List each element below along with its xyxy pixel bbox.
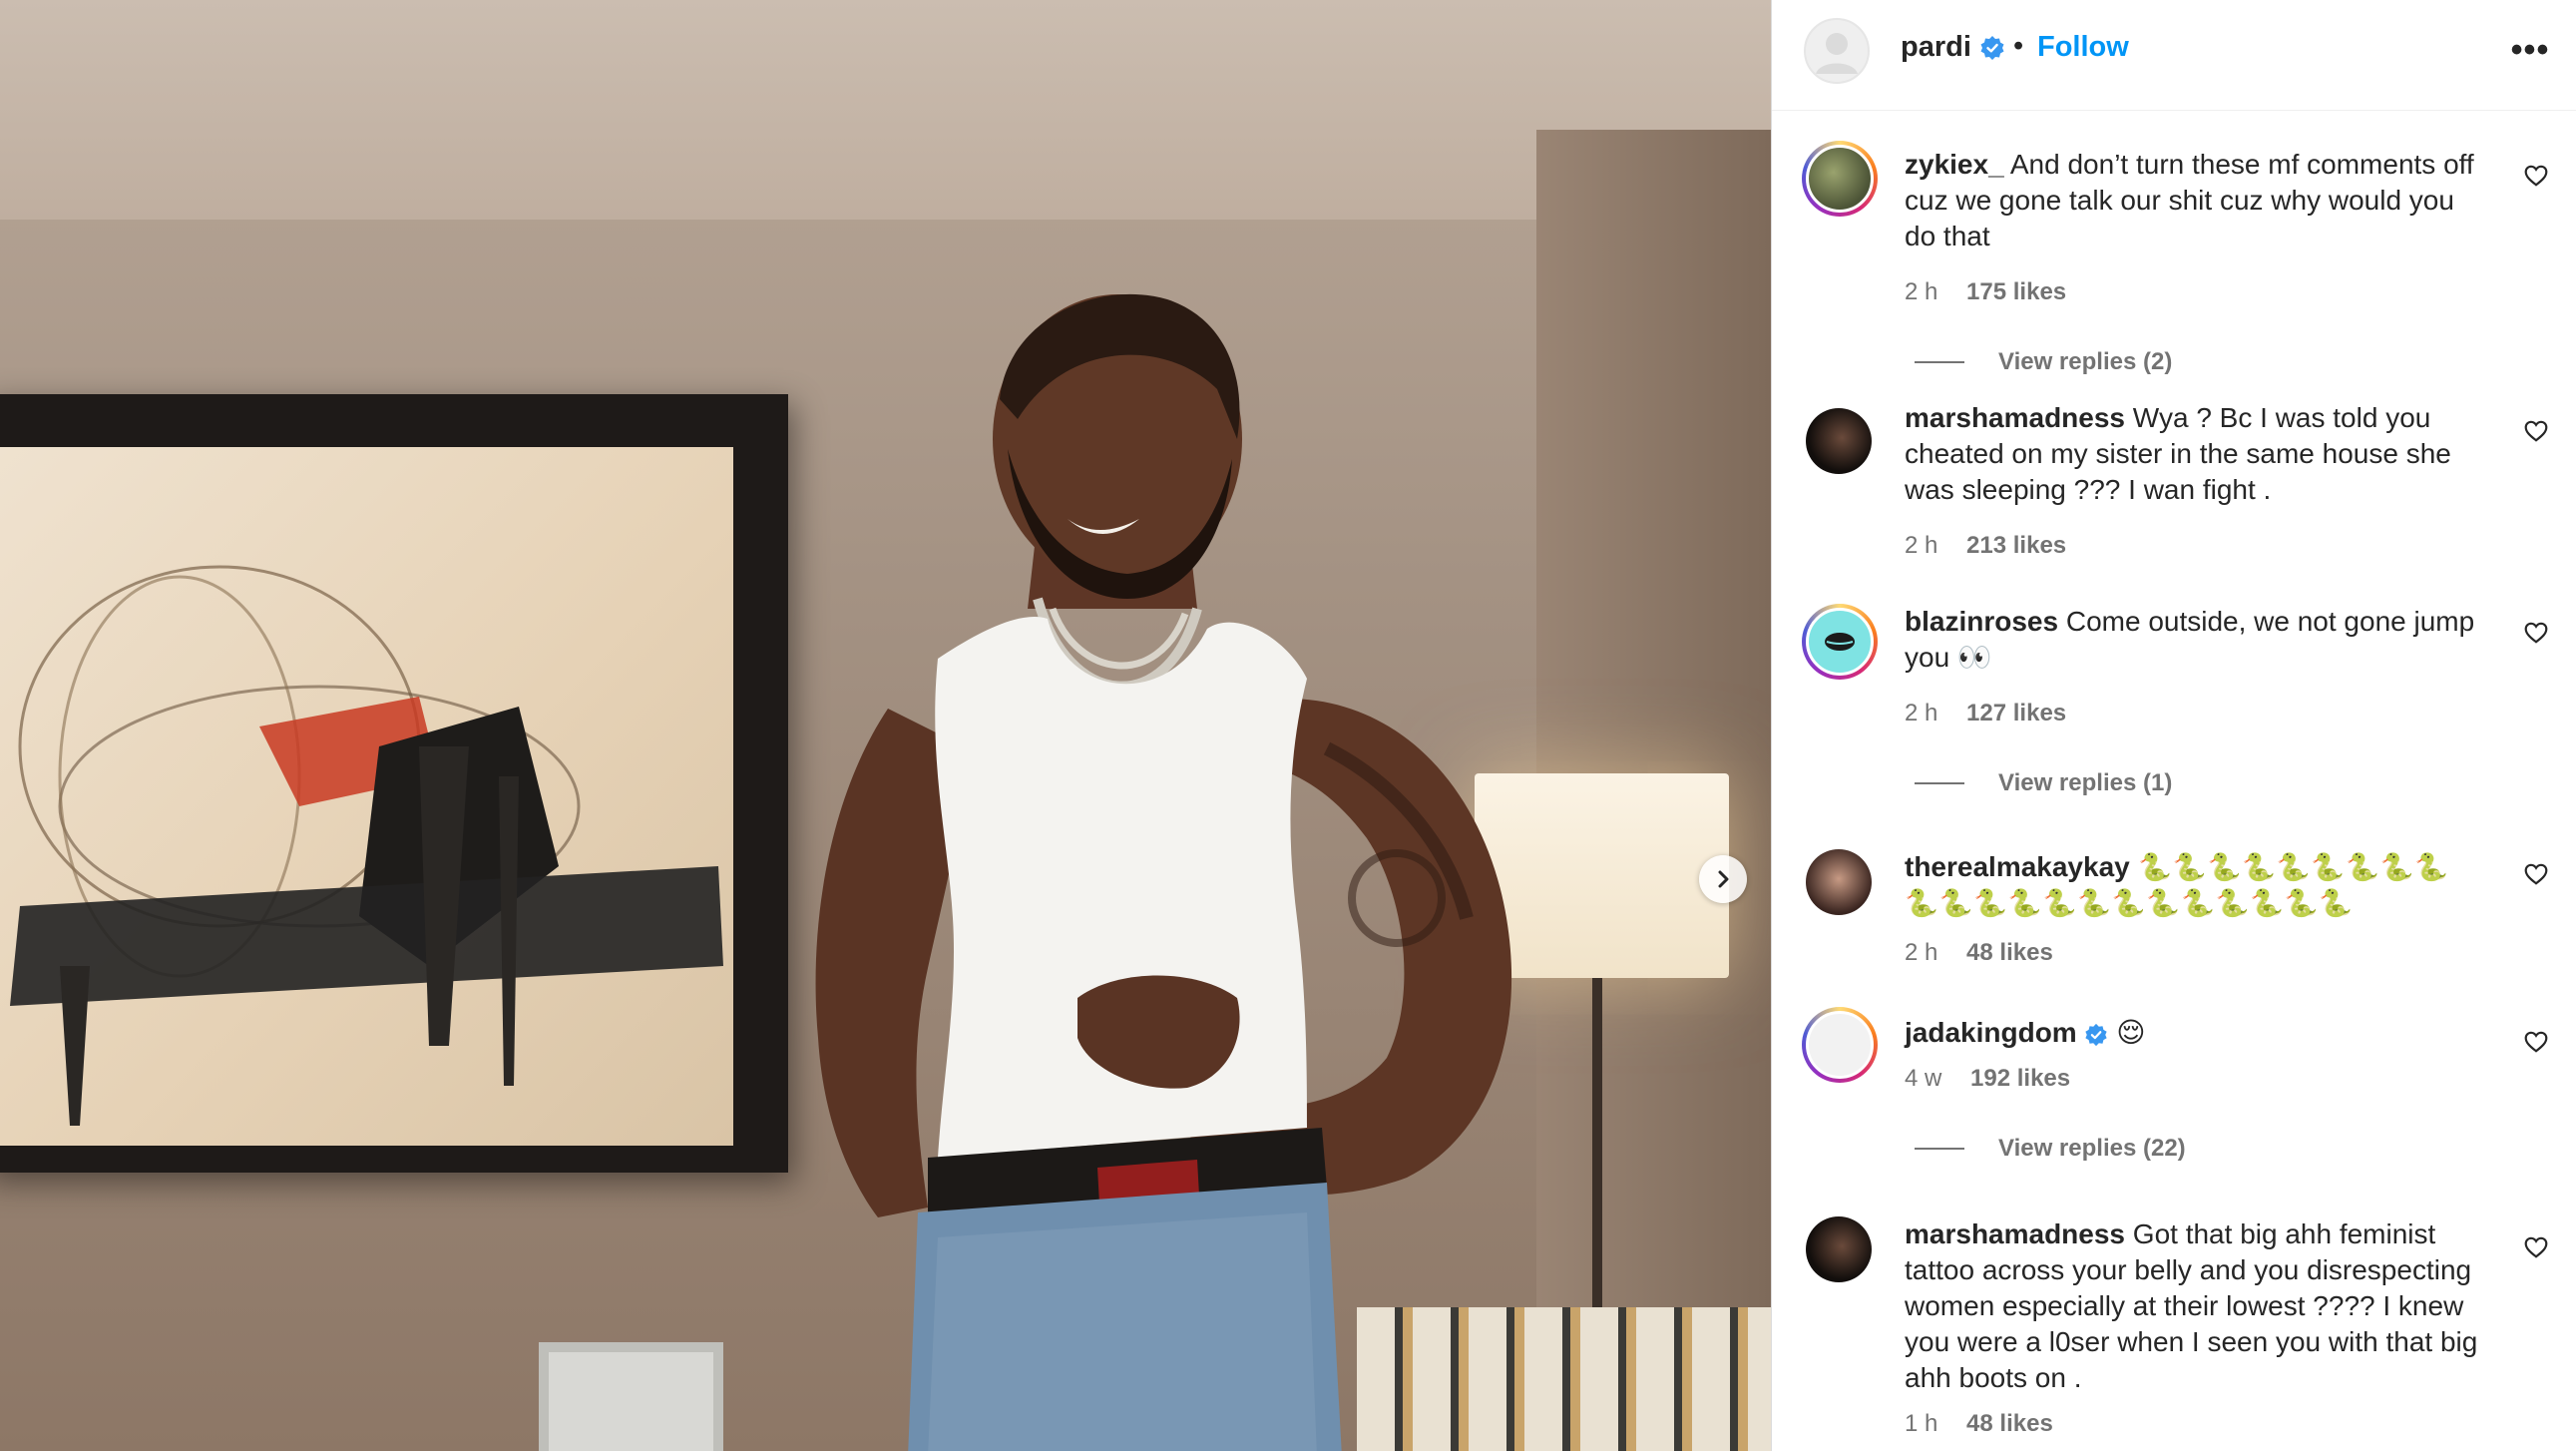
comment-meta: 2 h 127 likes xyxy=(1905,700,2066,727)
comment-likes[interactable]: 192 likes xyxy=(1970,1065,2070,1092)
comment-likes[interactable]: 48 likes xyxy=(1966,1410,2053,1437)
comments-panel: pardi • Follow ••• zykiex_ And don’t tur… xyxy=(1771,0,2576,1451)
comment-username[interactable]: jadakingdom xyxy=(1905,1017,2077,1048)
view-replies-button[interactable]: View replies (1) xyxy=(1915,769,2172,797)
ceiling xyxy=(0,0,1771,220)
post-author-name[interactable]: pardi xyxy=(1901,31,1971,63)
comment-username[interactable]: therealmakaykay xyxy=(1905,851,2130,882)
avatar[interactable] xyxy=(1802,141,1878,217)
comment-text: marshamadness Wya ? Bc I was told you ch… xyxy=(1905,400,2483,508)
comment-username[interactable]: zykiex_ xyxy=(1905,149,2004,180)
like-comment-button[interactable] xyxy=(2522,163,2550,191)
like-comment-button[interactable] xyxy=(2522,418,2550,446)
comment-meta: 4 w 192 likes xyxy=(1905,1065,2070,1093)
view-replies-label: View replies (22) xyxy=(1998,1135,2186,1162)
comment-text: therealmakaykay 🐍🐍🐍🐍🐍🐍🐍🐍🐍🐍🐍🐍🐍🐍🐍🐍🐍🐍🐍🐍🐍🐍 xyxy=(1905,849,2463,921)
view-replies-label: View replies (1) xyxy=(1998,769,2173,796)
heart-outline-icon xyxy=(2524,863,2548,885)
comment-text: jadakingdom 😌 xyxy=(1905,1015,2483,1051)
replies-line xyxy=(1915,361,1964,363)
comment-likes[interactable]: 48 likes xyxy=(1966,939,2053,966)
comment-time[interactable]: 1 h xyxy=(1905,1410,1937,1437)
post-media xyxy=(0,0,1771,1451)
post-header: pardi • Follow ••• xyxy=(1772,0,2576,111)
comment-text: blazinroses Come outside, we not gone ju… xyxy=(1905,604,2483,676)
follow-button[interactable]: Follow xyxy=(2037,31,2129,64)
like-comment-button[interactable] xyxy=(2522,620,2550,648)
avatar[interactable] xyxy=(1806,1216,1872,1282)
comments-list: zykiex_ And don’t turn these mf comments… xyxy=(1772,111,2576,1451)
comment-likes[interactable]: 213 likes xyxy=(1966,532,2066,559)
comment-likes[interactable]: 175 likes xyxy=(1966,278,2066,305)
comment-time[interactable]: 2 h xyxy=(1905,700,1937,726)
avatar[interactable] xyxy=(1802,604,1878,680)
header-separator: • xyxy=(2013,30,2024,62)
comment-time[interactable]: 2 h xyxy=(1905,278,1937,305)
comment-likes[interactable]: 127 likes xyxy=(1966,700,2066,726)
person-figure xyxy=(815,293,1512,1451)
comment-text: zykiex_ And don’t turn these mf comments… xyxy=(1905,147,2483,254)
comment-meta: 2 h 175 likes xyxy=(1905,278,2066,306)
heart-outline-icon xyxy=(2524,1031,2548,1053)
view-replies-label: View replies (2) xyxy=(1998,348,2173,375)
like-comment-button[interactable] xyxy=(2522,1029,2550,1057)
default-avatar-icon xyxy=(1806,20,1868,82)
post-author[interactable]: pardi xyxy=(1901,31,2005,64)
more-options-button[interactable]: ••• xyxy=(2506,30,2554,70)
more-options-icon: ••• xyxy=(2510,31,2550,69)
comment-meta: 2 h 48 likes xyxy=(1905,939,2053,967)
comment-username[interactable]: marshamadness xyxy=(1905,402,2125,433)
comment-body: 😌 xyxy=(2116,1017,2146,1048)
chevron-right-icon xyxy=(1718,870,1729,888)
small-picture-frame xyxy=(539,1342,723,1451)
abstract-painting xyxy=(0,447,733,1146)
comment-meta: 2 h 213 likes xyxy=(1905,532,2066,560)
like-comment-button[interactable] xyxy=(2522,1234,2550,1262)
like-comment-button[interactable] xyxy=(2522,861,2550,889)
heart-outline-icon xyxy=(2524,165,2548,187)
comment-username[interactable]: blazinroses xyxy=(1905,606,2058,637)
comment-time[interactable]: 4 w xyxy=(1905,1065,1941,1092)
replies-line xyxy=(1915,782,1964,784)
comment-text: marshamadness Got that big ahh feminist … xyxy=(1905,1216,2483,1396)
verified-badge-icon xyxy=(1980,36,2004,61)
heart-outline-icon xyxy=(2524,622,2548,644)
avatar[interactable] xyxy=(1806,408,1872,474)
avatar[interactable] xyxy=(1802,1007,1878,1083)
avatar[interactable] xyxy=(1806,849,1872,915)
next-photo-button[interactable] xyxy=(1699,855,1747,903)
heart-outline-icon xyxy=(2524,1236,2548,1258)
comment-username[interactable]: marshamadness xyxy=(1905,1218,2125,1249)
view-replies-button[interactable]: View replies (2) xyxy=(1915,348,2172,376)
comment-time[interactable]: 2 h xyxy=(1905,939,1937,966)
avatar[interactable] xyxy=(1804,18,1870,84)
lips-icon xyxy=(1825,633,1855,651)
verified-badge-icon xyxy=(2085,1023,2108,1046)
comment-time[interactable]: 2 h xyxy=(1905,532,1937,559)
heart-outline-icon xyxy=(2524,420,2548,442)
view-replies-button[interactable]: View replies (22) xyxy=(1915,1135,2186,1163)
comment-meta: 1 h 48 likes xyxy=(1905,1410,2053,1438)
replies-line xyxy=(1915,1148,1964,1150)
